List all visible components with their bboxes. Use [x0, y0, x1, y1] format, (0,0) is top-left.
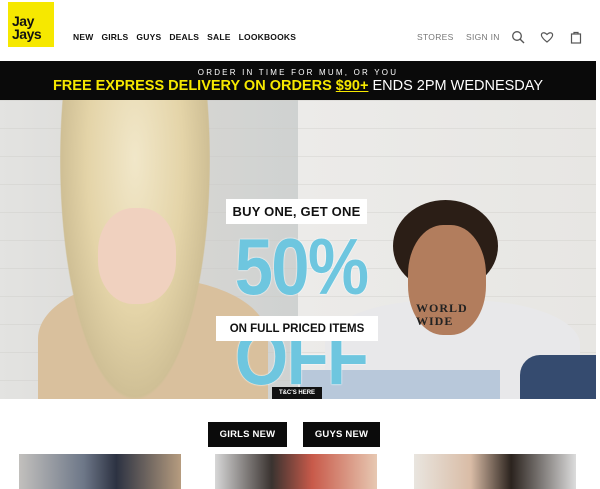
model-left-face [98, 208, 176, 304]
promo-headline: FREE EXPRESS DELIVERY ON ORDERS $90+ END… [0, 78, 596, 94]
nav-item-sale[interactable]: SALE [207, 32, 230, 42]
offer-top-label: BUY ONE, GET ONE [226, 199, 367, 224]
logo-text-line2: Jays [12, 26, 42, 42]
promo-banner[interactable]: ORDER IN TIME FOR MUM, OR YOU FREE EXPRE… [0, 61, 596, 100]
nav-item-guys[interactable]: GUYS [136, 32, 161, 42]
offer-bottom-label: ON FULL PRICED ITEMS [216, 316, 378, 341]
category-tile-2[interactable] [215, 454, 377, 489]
nav-item-lookbooks[interactable]: LOOKBOOKS [239, 32, 297, 42]
model-right-sleeve [520, 355, 596, 399]
girls-new-button[interactable]: GIRLS NEW [208, 422, 287, 447]
nav-item-new[interactable]: NEW [73, 32, 93, 42]
jayjays-logo[interactable]: Jay Jays [8, 2, 54, 47]
category-tile-3[interactable] [414, 454, 576, 489]
promo-deadline: ENDS 2PM WEDNESDAY [368, 78, 544, 94]
promo-free-delivery: FREE EXPRESS DELIVERY [52, 78, 240, 94]
offer-headline: 50% OFF [234, 222, 369, 401]
search-icon[interactable] [511, 30, 525, 44]
bag-icon[interactable] [569, 30, 583, 44]
tcs-button[interactable]: T&C'S HERE [272, 387, 322, 399]
main-nav: NEW GIRLS GUYS DEALS SALE LOOKBOOKS [73, 32, 296, 42]
guys-new-button[interactable]: GUYS NEW [303, 422, 380, 447]
promo-threshold: $90+ [335, 78, 369, 94]
category-tile-1[interactable] [19, 454, 181, 489]
promo-subtitle: ORDER IN TIME FOR MUM, OR YOU [197, 68, 399, 77]
nav-item-girls[interactable]: GIRLS [101, 32, 128, 42]
site-header: Jay Jays NEW GIRLS GUYS DEALS SALE LOOKB… [0, 0, 600, 62]
heart-icon[interactable] [540, 30, 554, 44]
stores-link[interactable]: STORES [417, 32, 454, 42]
nav-item-deals[interactable]: DEALS [169, 32, 199, 42]
sign-in-link[interactable]: SIGN IN [466, 32, 500, 42]
promo-on-orders: ON ORDERS [239, 78, 336, 94]
